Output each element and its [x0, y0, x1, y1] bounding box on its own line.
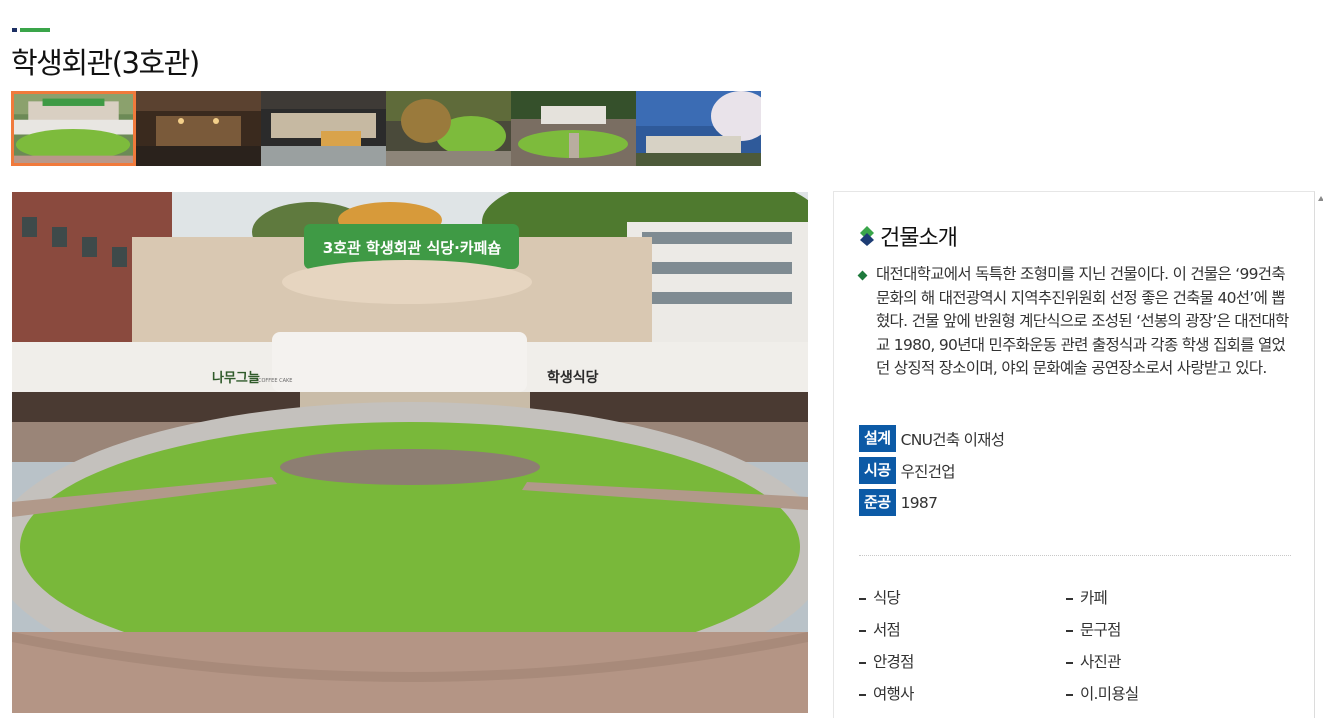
meta-value-design: CNU건축 이재성 [900, 430, 1005, 449]
facility-item: 안경점 [859, 650, 1066, 674]
facility-item: 사진관 [1066, 650, 1273, 674]
thumbnail-plaza-aerial[interactable] [386, 91, 511, 166]
description-text: 대전대학교에서 독특한 조형미를 지닌 건물이다. 이 건물은 ‘99건축문화의… [876, 265, 1289, 377]
section-divider [859, 555, 1291, 556]
facility-item: 여행사 [859, 682, 1066, 706]
building-info-panel: 건물소개 대전대학교에서 독특한 조형미를 지닌 건물이다. 이 건물은 ‘99… [833, 191, 1315, 718]
title-decoration [12, 28, 50, 32]
cafe-sign-small-text: COFFEE CAKE [258, 378, 292, 384]
meta-row-design: 설계 CNU건축 이재성 [859, 425, 1005, 452]
facility-item: 문구점 [1066, 618, 1273, 642]
meta-row-construction: 시공 우진건업 [859, 457, 1004, 484]
meta-value-completion: 1987 [900, 493, 938, 512]
facility-item: 이.미용실 [1066, 682, 1273, 706]
meta-label-completion: 준공 [859, 489, 896, 516]
meta-label-design: 설계 [859, 425, 896, 452]
section-title: 건물소개 [880, 226, 958, 251]
facility-item: 카페 [1066, 586, 1273, 610]
bullet-icon [857, 270, 868, 281]
facility-item: 서점 [859, 618, 1066, 642]
cafe-sign-text: 나무그늘 [212, 370, 260, 386]
thumbnail-cafeteria-interior[interactable] [136, 91, 261, 166]
facility-list: 식당 카페 서점 문구점 안경점 사진관 여행사 이.미용실 [859, 586, 1279, 706]
meta-row-completion: 준공 1987 [859, 489, 1004, 516]
thumbnail-cherry-blossom[interactable] [636, 91, 761, 166]
facility-item: 식당 [859, 586, 1066, 610]
diamond-icon [860, 226, 874, 246]
scroll-up-arrow-icon[interactable] [1318, 196, 1323, 201]
thumbnail-lobby-interior[interactable] [261, 91, 386, 166]
thumbnail-gallery [11, 91, 761, 166]
thumbnail-plaza-front[interactable] [11, 91, 136, 166]
meta-value-construction: 우진건업 [900, 462, 956, 481]
building-meta: 설계 CNU건축 이재성 시공 우진건업 준공 1987 [859, 425, 1005, 521]
main-building-photo: 3호관 학생회관 식당·카페숍 나무그늘 COFFEE CAKE 학생식당 [12, 192, 808, 713]
cafeteria-sign-text: 학생식당 [547, 369, 599, 386]
banner-sign-text: 3호관 학생회관 식당·카페숍 [323, 239, 502, 257]
page-title: 학생회관(3호관) [11, 46, 200, 80]
building-description: 대전대학교에서 독특한 조형미를 지닌 건물이다. 이 건물은 ‘99건축문화의… [857, 263, 1289, 381]
meta-label-construction: 시공 [859, 457, 896, 484]
info-header: 건물소개 [859, 220, 958, 252]
thumbnail-plaza-wide[interactable] [511, 91, 636, 166]
